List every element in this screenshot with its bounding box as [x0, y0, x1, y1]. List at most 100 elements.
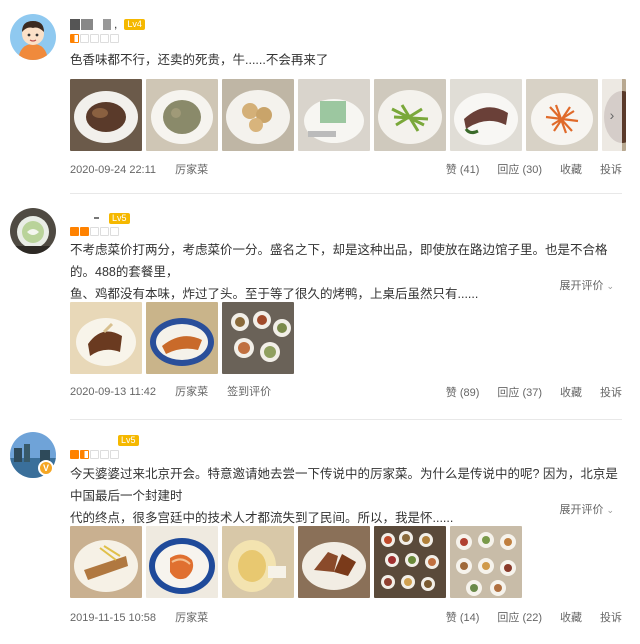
report-button[interactable]: 投诉 — [600, 161, 622, 177]
review-actions: 赞 (41) 回应 (30) 收藏 投诉 — [446, 161, 622, 177]
like-count: (89) — [459, 387, 480, 399]
level-badge: Lv4 — [124, 18, 145, 30]
avatar[interactable] — [10, 208, 56, 254]
reply-button[interactable]: 回应 (22) — [497, 609, 542, 625]
masked-username — [94, 217, 99, 219]
user-name: , — [114, 17, 118, 31]
reply-label: 回应 — [497, 164, 520, 176]
collect-button[interactable]: 收藏 — [560, 384, 582, 400]
star-icon — [90, 450, 99, 459]
reply-button[interactable]: 回应 (30) — [497, 161, 542, 177]
review-text: 今天婆婆过来北京开会。特意邀请她去尝一下传说中的厉家菜。为什么是传说中的呢? 因… — [70, 463, 625, 529]
report-button[interactable]: 投诉 — [600, 384, 622, 400]
star-icon — [70, 450, 79, 459]
photo-strip — [70, 526, 522, 598]
review-photo[interactable] — [146, 79, 218, 151]
review-photo[interactable] — [298, 79, 370, 151]
star-icon — [100, 450, 109, 459]
avatar[interactable] — [10, 14, 56, 60]
rating-stars — [70, 34, 119, 43]
like-count: (14) — [459, 612, 480, 624]
review-text: 色香味都不行，还卖的死贵，牛......不会再来了 — [70, 53, 329, 67]
review-date: 2020-09-24 22:11 — [70, 164, 157, 176]
star-icon — [70, 227, 79, 236]
rating-stars — [70, 227, 119, 236]
divider — [70, 193, 622, 194]
review-photo[interactable] — [70, 302, 142, 374]
chevron-down-icon: ⌄ — [606, 505, 614, 515]
collect-button[interactable]: 收藏 — [560, 609, 582, 625]
like-button[interactable]: 赞 (89) — [446, 384, 480, 400]
review-actions: 赞 (14) 回应 (22) 收藏 投诉 — [446, 609, 622, 625]
photo-strip — [70, 302, 294, 374]
review-meta: 2020-09-24 22:11 厉家菜 — [70, 161, 224, 177]
review-photo[interactable] — [70, 79, 142, 151]
star-icon — [80, 450, 89, 459]
star-icon — [70, 34, 79, 43]
shop-name[interactable]: 厉家菜 — [175, 164, 208, 176]
report-button[interactable]: 投诉 — [600, 609, 622, 625]
star-icon — [110, 34, 119, 43]
review-card: , Lv4 色香味都不行，还卖的死贵，牛......不会再来了 › 2020-0… — [0, 0, 640, 196]
like-label: 赞 — [445, 612, 457, 624]
review-card: V Lv5 今天婆婆过来北京开会。特意邀请她去尝一下传说中的厉家菜。为什么是传说… — [0, 420, 640, 644]
review-date: 2020-09-13 11:42 — [70, 386, 157, 398]
review-photo[interactable] — [222, 302, 294, 374]
chevron-down-icon: ⌄ — [606, 281, 614, 291]
masked-username — [103, 18, 111, 30]
star-icon — [90, 227, 99, 236]
reply-count: (37) — [522, 387, 542, 399]
expand-label: 展开评价 — [559, 280, 604, 292]
expand-review-button[interactable]: 展开评价 ⌄ — [559, 277, 614, 293]
review-photo[interactable] — [374, 79, 446, 151]
review-date: 2019-11-15 10:58 — [70, 612, 157, 624]
level-badge: Lv5 — [118, 434, 139, 446]
review-photo[interactable] — [450, 526, 522, 598]
photo-strip — [70, 79, 626, 151]
review-text-line: 不考虑菜价打两分，考虑菜价一分。盛名之下，却是这种出品，即使放在路边馆子里。也是… — [70, 243, 608, 279]
review-actions: 赞 (89) 回应 (37) 收藏 投诉 — [446, 384, 622, 400]
chevron-right-icon[interactable]: › — [602, 79, 622, 151]
vip-badge: V — [38, 460, 54, 476]
review-photo[interactable] — [450, 79, 522, 151]
collect-button[interactable]: 收藏 — [560, 161, 582, 177]
review-photo[interactable] — [222, 79, 294, 151]
star-icon — [100, 227, 109, 236]
star-icon — [80, 34, 89, 43]
like-count: (41) — [459, 164, 480, 176]
review-photo[interactable] — [146, 526, 218, 598]
user-name-row[interactable]: Lv5 — [70, 210, 130, 226]
review-photo[interactable] — [146, 302, 218, 374]
review-card: Lv5 不考虑菜价打两分，考虑菜价一分。盛名之下，却是这种出品，即使放在路边馆子… — [0, 196, 640, 420]
reply-count: (30) — [522, 164, 542, 176]
review-photo[interactable] — [298, 526, 370, 598]
shop-name[interactable]: 厉家菜 — [175, 612, 208, 624]
reply-count: (22) — [522, 612, 542, 624]
review-photo[interactable] — [70, 526, 142, 598]
review-meta: 2020-09-13 11:42 厉家菜 签到评价 — [70, 383, 287, 399]
like-button[interactable]: 赞 (41) — [446, 161, 480, 177]
review-photo[interactable] — [222, 526, 294, 598]
like-label: 赞 — [445, 387, 457, 399]
review-text-line: 今天婆婆过来北京开会。特意邀请她去尝一下传说中的厉家菜。为什么是传说中的呢? 因… — [70, 467, 618, 503]
star-icon — [110, 227, 119, 236]
star-icon — [90, 34, 99, 43]
like-label: 赞 — [445, 164, 457, 176]
like-button[interactable]: 赞 (14) — [446, 609, 480, 625]
review-text: 不考虑菜价打两分，考虑菜价一分。盛名之下，却是这种出品，即使放在路边馆子里。也是… — [70, 239, 625, 305]
star-icon — [110, 450, 119, 459]
review-photo[interactable] — [374, 526, 446, 598]
expand-label: 展开评价 — [559, 504, 604, 516]
masked-username — [81, 18, 93, 30]
level-badge: Lv5 — [109, 212, 130, 224]
reply-button[interactable]: 回应 (37) — [497, 384, 542, 400]
checkin-tag: 签到评价 — [227, 386, 272, 398]
user-name-row[interactable]: Lv5 — [70, 432, 139, 448]
star-icon — [100, 34, 109, 43]
expand-review-button[interactable]: 展开评价 ⌄ — [559, 501, 614, 517]
review-photo[interactable] — [526, 79, 598, 151]
user-name-row[interactable]: , Lv4 — [70, 16, 145, 32]
rating-stars — [70, 450, 119, 459]
star-icon — [80, 227, 89, 236]
shop-name[interactable]: 厉家菜 — [175, 386, 208, 398]
